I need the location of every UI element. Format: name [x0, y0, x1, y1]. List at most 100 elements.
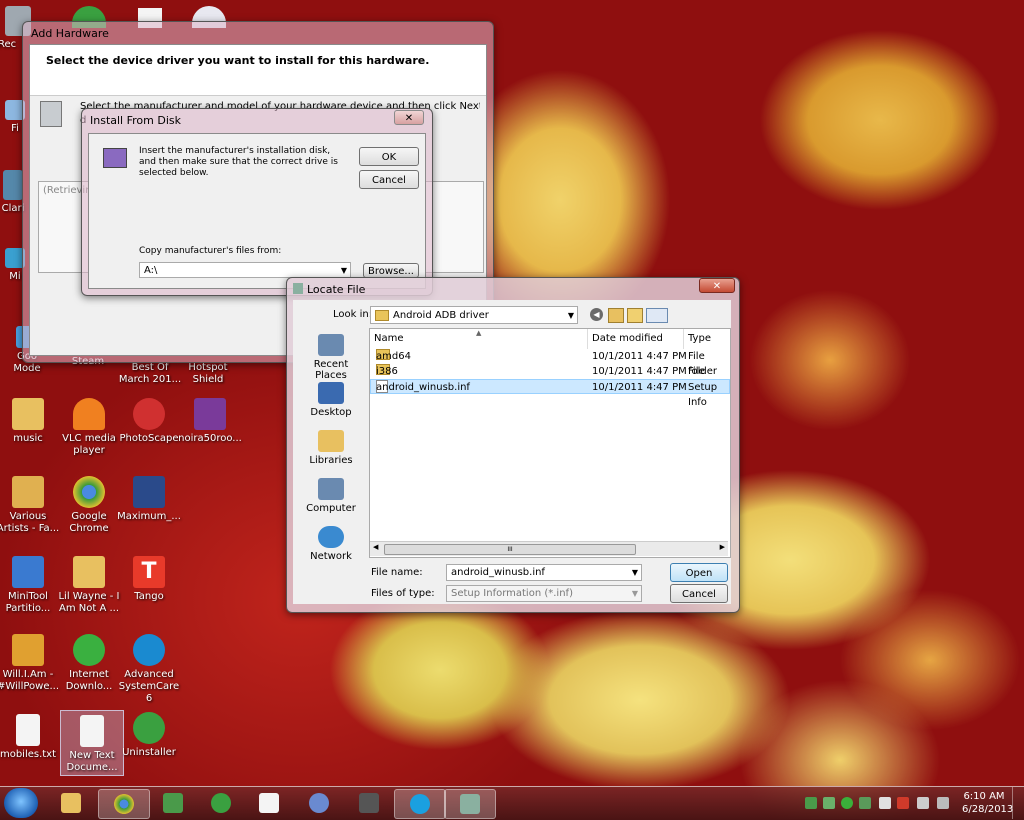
systemcare-icon — [133, 634, 165, 666]
scrollbar-thumb[interactable]: III — [384, 544, 636, 555]
taskbar-button-add-hardware[interactable] — [444, 789, 496, 819]
ok-button[interactable]: OK — [359, 147, 419, 166]
add-hardware-header: Select the device driver you want to ins… — [30, 45, 486, 96]
desktop-icon-hotspot-shield[interactable]: Hotspot Shield — [176, 362, 240, 386]
locate-cancel-button[interactable]: Cancel — [670, 584, 728, 603]
back-icon[interactable]: ◀ — [590, 308, 603, 321]
desktop-icon-maximum[interactable]: Maximum_... — [117, 476, 181, 523]
look-in-combobox[interactable]: Android ADB driver ▼ — [370, 306, 578, 324]
recent-places-icon — [318, 334, 344, 356]
place-network[interactable]: Network — [297, 526, 365, 562]
browse-button[interactable]: Browse... — [363, 263, 419, 278]
tray-flag-icon[interactable] — [879, 797, 891, 809]
taskbar-clock[interactable]: 6:10 AM 6/28/2013 — [962, 790, 1013, 816]
folder-icon — [375, 309, 389, 321]
tray-alert-icon[interactable] — [897, 797, 909, 809]
new-folder-icon[interactable] — [627, 308, 643, 323]
desktop-icon-vlc[interactable]: VLC media player — [57, 398, 121, 457]
start-button[interactable] — [4, 788, 38, 818]
locate-file-title: Locate File — [307, 283, 366, 296]
desktop-icon — [318, 382, 344, 404]
desktop-icon-internet-download[interactable]: Internet Downlo... — [57, 634, 121, 693]
taskbar-button-game[interactable] — [344, 789, 394, 817]
show-desktop-button[interactable] — [1012, 787, 1024, 819]
place-computer[interactable]: Computer — [297, 478, 365, 514]
desktop-icon-photoscape[interactable]: PhotoScape — [117, 398, 181, 445]
open-button[interactable]: Open — [670, 563, 728, 582]
copy-from-value: A:\ — [144, 265, 158, 276]
look-in-value: Android ADB driver — [393, 310, 489, 321]
taskbar-button-utorrent[interactable] — [196, 789, 246, 817]
computer-icon — [318, 478, 344, 500]
place-recent-places[interactable]: Recent Places — [297, 334, 365, 381]
file-row[interactable]: amd64 10/1/2011 4:47 PM File folder — [370, 349, 730, 377]
file-row[interactable]: i386 10/1/2011 4:47 PM File folder — [370, 364, 730, 392]
clock-time: 6:10 AM — [963, 791, 1005, 802]
tray-app-icon[interactable] — [859, 797, 871, 809]
hardware-icon — [40, 101, 62, 127]
desktop-icon-minitool[interactable]: MiniTool Partitio... — [0, 556, 60, 615]
filetype-combobox[interactable]: Setup Information (*.inf) ▼ — [446, 585, 642, 602]
place-libraries[interactable]: Libraries — [297, 430, 365, 466]
view-menu-icon[interactable] — [646, 308, 668, 323]
disk-drive-icon — [103, 148, 127, 168]
desktop-icon-uninstaller[interactable]: Uninstaller — [117, 712, 181, 759]
desktop-icon-google-chrome[interactable]: Google Chrome — [57, 476, 121, 535]
taskbar-button-explorer[interactable] — [46, 789, 96, 817]
file-row-selected[interactable]: android_winusb.inf 10/1/2011 4:47 PM Set… — [370, 379, 730, 408]
filename-label: File name: — [371, 567, 423, 578]
taskbar-button-notepad[interactable] — [244, 789, 294, 817]
install-from-disk-title: Install From Disk — [90, 114, 181, 127]
taskbar-button-device-manager[interactable] — [148, 789, 198, 817]
filename-value: android_winusb.inf — [451, 567, 545, 578]
chevron-down-icon: ▼ — [631, 589, 638, 598]
up-folder-icon[interactable] — [608, 308, 624, 323]
desktop-icon-will-i-am[interactable]: Will.I.Am - #WillPowe... — [0, 634, 60, 693]
locate-file-close-button[interactable]: ✕ — [699, 278, 735, 293]
desktop-icon-mobiles-txt[interactable]: mobiles.txt — [0, 714, 60, 761]
cancel-button[interactable]: Cancel — [359, 170, 419, 189]
file-list[interactable]: Name ▲ Date modified Type amd64 10/1/201… — [369, 328, 731, 558]
minitool-icon — [12, 556, 44, 588]
scroll-right-icon[interactable]: ▶ — [720, 543, 725, 551]
add-hardware-title: Add Hardware — [31, 27, 109, 40]
photoscape-icon — [133, 398, 165, 430]
desktop-icon-music[interactable]: music — [0, 398, 60, 445]
desktop-icon-various-artists[interactable]: Various Artists - Fa... — [0, 476, 60, 535]
desktop-icon-tango[interactable]: T Tango — [117, 556, 181, 603]
horizontal-scrollbar[interactable]: ◀ III ▶ — [370, 541, 728, 556]
chrome-icon — [73, 476, 105, 508]
tray-speaker-icon[interactable] — [917, 797, 929, 809]
desktop-icon-new-text-document[interactable]: New Text Docume... — [60, 710, 124, 776]
column-header-date[interactable]: Date modified — [588, 329, 684, 349]
folder-icon — [73, 556, 105, 588]
folder-icon — [12, 476, 44, 508]
desktop-icon-best-of-march[interactable]: Best Of March 201... — [118, 362, 182, 386]
taskbar-button-skype[interactable] — [394, 789, 446, 819]
download-manager-icon — [73, 634, 105, 666]
install-from-disk-client: Insert the manufacturer's installation d… — [88, 133, 426, 289]
copy-from-combobox[interactable]: A:\ ▼ — [139, 262, 351, 278]
install-from-disk-close-button[interactable]: ✕ — [394, 110, 424, 125]
taskbar-button-media-center[interactable] — [294, 789, 344, 817]
chevron-down-icon: ▼ — [631, 568, 638, 577]
place-desktop[interactable]: Desktop — [297, 382, 365, 418]
scroll-left-icon[interactable]: ◀ — [373, 543, 378, 551]
install-from-disk-message: Insert the manufacturer's installation d… — [139, 146, 338, 178]
desktop-icon-lil-wayne[interactable]: Lil Wayne - I Am Not A ... — [57, 556, 121, 615]
copy-from-label: Copy manufacturer's files from: — [139, 246, 282, 256]
places-bar: Recent Places Desktop Libraries Computer… — [297, 324, 365, 604]
taskbar-button-chrome[interactable] — [98, 789, 150, 819]
tray-shield-icon[interactable] — [841, 797, 853, 809]
filename-combobox[interactable]: android_winusb.inf ▼ — [446, 564, 642, 581]
column-header-type[interactable]: Type — [684, 329, 730, 349]
sort-up-icon: ▲ — [476, 329, 482, 337]
desktop-icon-noira[interactable]: noira50roo... — [178, 398, 242, 445]
tray-network-icon[interactable] — [805, 797, 817, 809]
tray-device-icon[interactable] — [823, 797, 835, 809]
desktop-icon-advanced-systemcare[interactable]: Advanced SystemCare 6 — [117, 634, 181, 705]
filetype-label: Files of type: — [371, 588, 435, 599]
magazine-icon — [133, 476, 165, 508]
media-center-icon — [309, 793, 329, 813]
tray-wifi-icon[interactable] — [937, 797, 949, 809]
